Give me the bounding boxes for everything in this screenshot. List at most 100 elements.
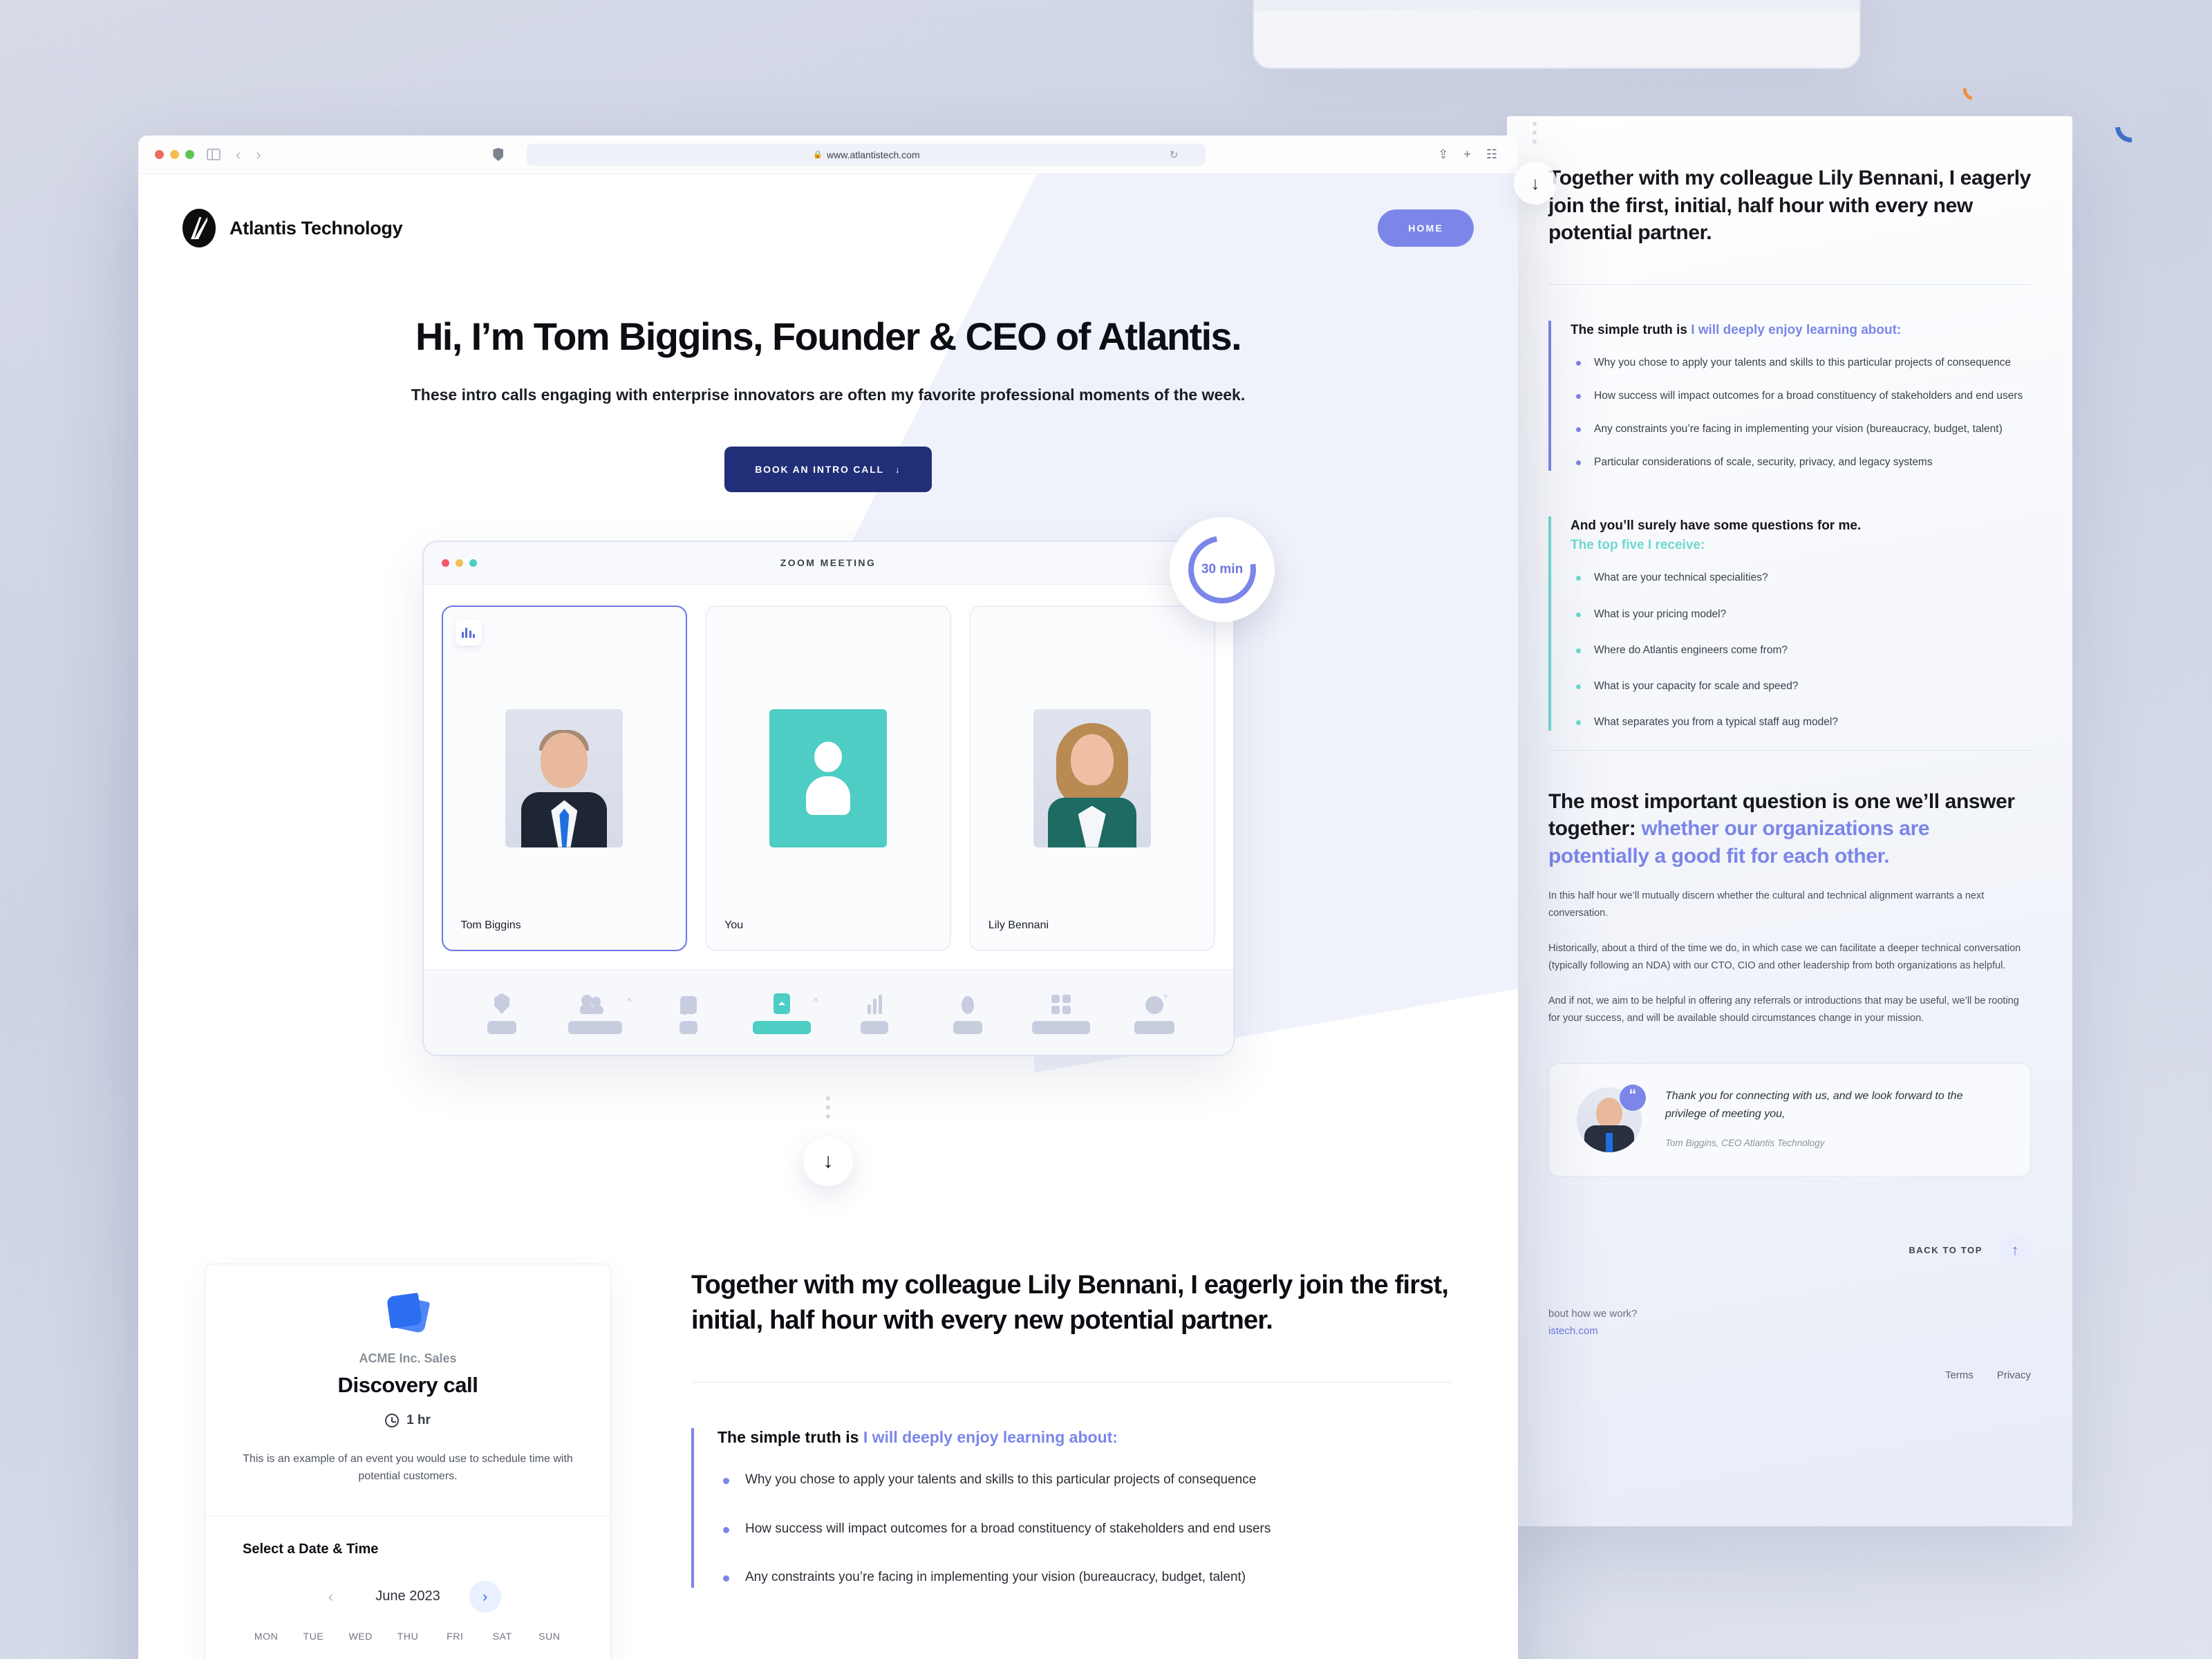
list-item: How success will impact outcomes for a b… xyxy=(1571,388,2031,404)
zoom-participant-grid: Tom Biggins You Lily Bennani xyxy=(424,585,1233,969)
tab-overview-icon[interactable]: ☷ xyxy=(1486,147,1497,162)
nav-home-button[interactable]: HOME xyxy=(1378,209,1474,247)
event-booking-card: ACME Inc. Sales Discovery call 1 hr This… xyxy=(205,1263,611,1659)
book-intro-call-label: BOOK AN INTRO CALL xyxy=(755,463,884,475)
calendar-weekday: MON xyxy=(254,1630,279,1642)
scroll-down-button[interactable]: ↓ xyxy=(803,1136,853,1186)
select-date-time-label: Select a Date & Time xyxy=(243,1541,379,1557)
event-duration: 1 hr xyxy=(243,1413,573,1428)
arrow-down-icon: ↓ xyxy=(894,463,901,475)
date-time-selector: Select a Date & Time ‹ June 2023 › MON TU… xyxy=(205,1517,610,1659)
list-item: Any constraints you’re facing in impleme… xyxy=(718,1568,1452,1588)
share-screen-icon[interactable]: ^ xyxy=(752,991,818,1034)
panel-heading: Together with my colleague Lily Bennani,… xyxy=(1548,167,2031,245)
lower-copy: Together with my colleague Lily Bennani,… xyxy=(691,1264,1452,1659)
participant-tile[interactable]: You xyxy=(705,605,951,951)
web-page: Atlantis Technology HOME Hi, I’m Tom Big… xyxy=(138,174,1518,1659)
panel-paragraph: And if not, we aim to be helpful in offe… xyxy=(1548,995,2019,1024)
event-org: ACME Inc. Sales xyxy=(359,1351,457,1365)
nav-arrows: ‹ › xyxy=(236,146,261,164)
book-intro-call-button[interactable]: BOOK AN INTRO CALL ↓ xyxy=(724,446,932,492)
microphone-active-icon xyxy=(455,619,482,646)
participants-icon[interactable]: ^ xyxy=(568,991,632,1034)
calendar-weekday: FRI xyxy=(447,1630,464,1642)
privacy-link[interactable]: Privacy xyxy=(1997,1369,2031,1381)
calendar-nav: ‹ June 2023 › xyxy=(243,1580,573,1613)
calendar-day-empty xyxy=(243,1654,290,1659)
maximize-icon[interactable] xyxy=(185,150,194,159)
record-icon[interactable] xyxy=(941,991,995,1034)
forward-icon[interactable]: › xyxy=(256,146,261,164)
security-shield-icon[interactable] xyxy=(475,991,529,1034)
calendar-weekday: SAT xyxy=(492,1630,512,1642)
reload-icon[interactable]: ↻ xyxy=(1170,149,1179,161)
back-to-top-label[interactable]: BACK TO TOP xyxy=(1909,1245,1983,1255)
calendar-day: 2 xyxy=(431,1654,478,1659)
zoom-window: ZOOM MEETING Tom Biggins You Lily Bennan… xyxy=(422,540,1235,1056)
testimonial-body: Thank you for connecting with us, and we… xyxy=(1665,1087,2003,1148)
section-heading: Together with my colleague Lily Bennani,… xyxy=(691,1270,1449,1335)
chat-icon[interactable] xyxy=(662,991,715,1034)
view-grid-icon[interactable] xyxy=(1032,991,1091,1034)
prev-month-button[interactable]: ‹ xyxy=(315,1581,346,1613)
arrow-up-icon[interactable]: ↑ xyxy=(1999,1234,2031,1266)
participant-avatar-placeholder xyxy=(769,709,887,847)
duration-ring: 30 min xyxy=(1174,522,1269,617)
shield-icon[interactable] xyxy=(493,148,504,161)
calendar-day: 1 xyxy=(384,1654,431,1659)
event-header: ACME Inc. Sales Discovery call 1 hr This… xyxy=(205,1264,610,1517)
testimonial-card: “ Thank you for connecting with us, and … xyxy=(1548,1062,2031,1177)
participant-tile[interactable]: Tom Biggins xyxy=(441,605,688,951)
page-title: Hi, I’m Tom Biggins, Founder & CEO of At… xyxy=(415,315,1242,358)
sidebar-toggle-icon[interactable] xyxy=(207,149,221,160)
address-bar[interactable]: 🔒 www.atlantistech.com ↻ xyxy=(527,143,1206,166)
participant-photo xyxy=(1033,709,1151,847)
polls-icon[interactable] xyxy=(847,991,901,1034)
share-icon[interactable]: ⇪ xyxy=(1438,147,1448,162)
simple-truth-list: Why you chose to apply your talents and … xyxy=(718,1470,1452,1588)
back-icon[interactable]: ‹ xyxy=(236,146,241,164)
brand[interactable]: Atlantis Technology xyxy=(182,209,403,247)
acme-logo-icon xyxy=(386,1292,431,1335)
new-tab-icon[interactable]: + xyxy=(1463,147,1471,162)
close-icon[interactable] xyxy=(155,150,164,159)
confetti-arc xyxy=(2108,104,2154,149)
participant-photo xyxy=(505,709,624,847)
participant-tile[interactable]: Lily Bennani xyxy=(968,605,1215,951)
scroll-down-icon: ↓ xyxy=(1514,162,1557,205)
list-item: Why you chose to apply your talents and … xyxy=(718,1470,1452,1490)
person-icon xyxy=(799,741,857,815)
panel-questions-block: And you’ll surely have some questions fo… xyxy=(1548,516,2031,731)
panel-simple-truth-list: Why you chose to apply your talents and … xyxy=(1571,355,2031,471)
panel-paragraph: Historically, about a third of the time … xyxy=(1548,943,2021,972)
zoom-titlebar: ZOOM MEETING xyxy=(423,541,1233,585)
event-description: This is an example of an event you would… xyxy=(243,1452,573,1483)
ellipsis-icon xyxy=(138,1096,1518,1118)
terms-link[interactable]: Terms xyxy=(1945,1369,1974,1381)
list-item: What is your capacity for scale and spee… xyxy=(1571,678,2031,695)
panel-important-heading: The most important question is one we’ll… xyxy=(1548,789,2015,868)
window-controls[interactable] xyxy=(155,150,194,159)
list-item: Any constraints you’re facing in impleme… xyxy=(1571,421,2031,438)
calendar-day-empty xyxy=(337,1654,384,1659)
next-month-button[interactable]: › xyxy=(469,1580,501,1613)
minimize-icon[interactable] xyxy=(170,150,179,159)
background-window-fragment: ^ ^ xyxy=(1253,0,1861,69)
calendar-day: 3 xyxy=(478,1654,525,1659)
panel-paragraph: In this half hour we’ll mutually discern… xyxy=(1548,890,1985,919)
calendar-month-label: June 2023 xyxy=(375,1588,440,1604)
calendar-weekday: THU xyxy=(397,1630,419,1642)
panel-questions-heading: And you’ll surely have some questions fo… xyxy=(1571,518,1862,552)
panel-questions-list: What are your technical specialities? Wh… xyxy=(1571,570,2031,730)
reactions-icon[interactable] xyxy=(1127,991,1181,1034)
participant-name: You xyxy=(724,919,744,931)
list-item: Why you chose to apply your talents and … xyxy=(1571,355,2031,371)
confetti-arc xyxy=(1959,75,1988,104)
avatar: “ xyxy=(1577,1084,1646,1152)
duration-badge: 30 min xyxy=(1169,516,1275,622)
divider xyxy=(1548,283,2031,285)
participant-name: Tom Biggins xyxy=(460,919,521,931)
panel-simple-truth-heading: The simple truth is I will deeply enjoy … xyxy=(1571,322,1902,337)
testimonial-text: Thank you for connecting with us, and we… xyxy=(1665,1089,1963,1120)
contact-email-link[interactable]: istech.com xyxy=(1548,1325,1598,1337)
